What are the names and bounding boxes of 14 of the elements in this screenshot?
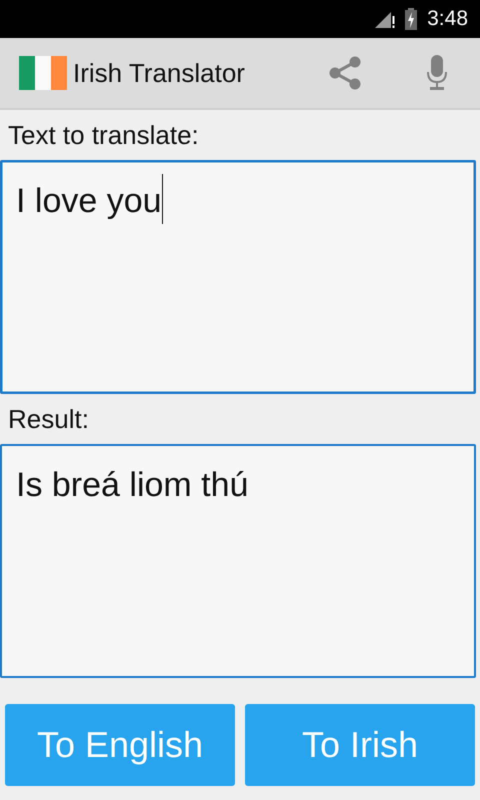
input-label: Text to translate: xyxy=(7,119,200,152)
share-icon[interactable] xyxy=(327,55,363,91)
signal-icon xyxy=(375,10,396,28)
battery-icon xyxy=(405,8,418,30)
translate-button[interactable]: To English xyxy=(5,704,235,786)
result-label: Result: xyxy=(7,403,90,436)
text-cursor xyxy=(162,174,164,224)
input-field[interactable]: I love you xyxy=(0,160,476,394)
flag-icon xyxy=(19,56,67,90)
app-title: Irish Translator xyxy=(73,58,245,88)
microphone-icon[interactable] xyxy=(425,55,449,91)
status-time: 3:48 xyxy=(427,7,468,31)
translate-button[interactable]: To Irish xyxy=(245,704,475,786)
result-field: Is breá liom thú xyxy=(0,444,476,678)
